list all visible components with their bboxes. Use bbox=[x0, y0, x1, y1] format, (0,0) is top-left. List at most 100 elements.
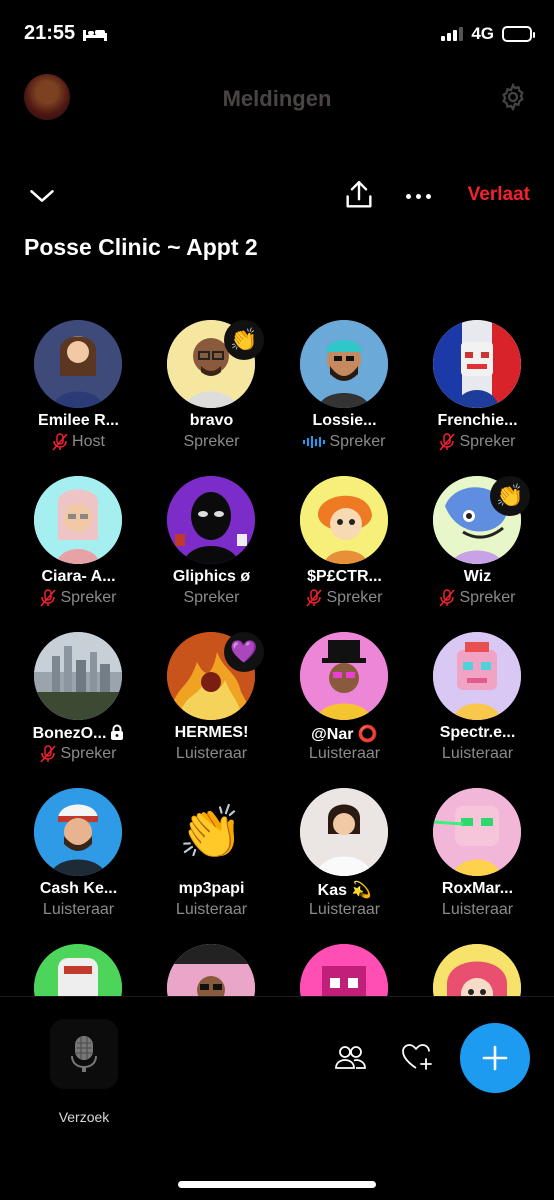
request-label: Verzoek bbox=[58, 1109, 110, 1125]
participant-role: Luisteraar bbox=[411, 901, 544, 919]
participant-name: bravo bbox=[145, 412, 278, 430]
participant[interactable]: 👏 mp3papi Luisteraar bbox=[145, 788, 278, 938]
participant-name: Kas 💫 bbox=[278, 880, 411, 900]
participant[interactable]: Ciara- A... Spreker bbox=[12, 476, 145, 626]
participant[interactable] bbox=[411, 944, 544, 996]
participant[interactable]: Kas 💫 Luisteraar bbox=[278, 788, 411, 938]
participant-role-text: Spreker bbox=[326, 589, 383, 606]
request-mic-button[interactable] bbox=[50, 1019, 118, 1089]
avatar[interactable] bbox=[300, 788, 388, 876]
avatar[interactable] bbox=[300, 632, 388, 720]
participant-name-text: bravo bbox=[189, 412, 234, 429]
share-icon[interactable] bbox=[342, 178, 376, 212]
participant[interactable]: 👏 bravo Spreker bbox=[145, 320, 278, 470]
avatar[interactable] bbox=[433, 944, 521, 996]
reaction-badge: 👏 bbox=[224, 320, 264, 360]
space-title: Posse Clinic ~ Appt 2 bbox=[24, 234, 258, 260]
participant-role-text: Spreker bbox=[183, 589, 240, 606]
participant-role-text: Host bbox=[72, 433, 105, 450]
avatar[interactable] bbox=[34, 632, 122, 720]
participant[interactable]: RoxMar... Luisteraar bbox=[411, 788, 544, 938]
participant-name: RoxMar... bbox=[411, 880, 544, 898]
people-icon[interactable] bbox=[334, 1043, 366, 1071]
participant-role-text: Luisteraar bbox=[42, 901, 115, 918]
participant-name: @Nar ⭕ bbox=[278, 724, 411, 744]
participant[interactable]: 💜 HERMES! Luisteraar bbox=[145, 632, 278, 782]
avatar[interactable] bbox=[433, 320, 521, 408]
avatar[interactable]: 👏 bbox=[167, 788, 255, 876]
participant-name-text: Gliphics ø bbox=[172, 568, 251, 585]
fab-button[interactable] bbox=[460, 1023, 530, 1093]
avatar[interactable] bbox=[300, 320, 388, 408]
participant[interactable]: Frenchie... Spreker bbox=[411, 320, 544, 470]
participant-role-text: Luisteraar bbox=[441, 745, 514, 762]
avatar[interactable] bbox=[34, 944, 122, 996]
microphone-icon bbox=[71, 1036, 97, 1072]
participant-name: $P£CTR... bbox=[278, 568, 411, 586]
participant-name: Ciara- A... bbox=[12, 568, 145, 586]
participant[interactable] bbox=[278, 944, 411, 996]
battery-icon bbox=[502, 26, 535, 42]
participant[interactable]: 👏 Wiz Spreker bbox=[411, 476, 544, 626]
participant-role: Spreker bbox=[12, 745, 145, 763]
participant-role-text: Luisteraar bbox=[308, 901, 381, 918]
gear-icon[interactable] bbox=[498, 82, 528, 112]
participant-role: Spreker bbox=[278, 433, 411, 451]
heart-plus-icon[interactable] bbox=[400, 1041, 434, 1073]
clock: 21:55 bbox=[24, 22, 76, 44]
participant[interactable]: Emilee R... Host bbox=[12, 320, 145, 470]
participant[interactable]: Gliphics ø Spreker bbox=[145, 476, 278, 626]
participant-role: Spreker bbox=[145, 433, 278, 451]
participant[interactable]: BonezO... Spreker bbox=[12, 632, 145, 782]
participant[interactable]: $P£CTR... Spreker bbox=[278, 476, 411, 626]
participant-name-text: @Nar ⭕ bbox=[311, 726, 378, 743]
signal-icon bbox=[441, 27, 464, 41]
participant-name: BonezO... bbox=[12, 724, 145, 743]
participant-role: Luisteraar bbox=[145, 745, 278, 763]
avatar[interactable] bbox=[34, 476, 122, 564]
participant-name-text: RoxMar... bbox=[441, 880, 514, 897]
home-indicator bbox=[178, 1181, 376, 1188]
participant-name-text: $P£CTR... bbox=[307, 568, 382, 585]
participant-name-text: HERMES! bbox=[174, 724, 249, 741]
bottom-bar: Verzoek bbox=[0, 996, 554, 1200]
more-icon[interactable] bbox=[402, 182, 434, 210]
mic-muted-icon bbox=[306, 589, 323, 607]
status-bar: 21:55 4G bbox=[0, 0, 554, 64]
participant-name-text: Kas 💫 bbox=[317, 882, 372, 899]
participant-name: Wiz bbox=[411, 568, 544, 586]
participant-name-text: Lossie... bbox=[312, 412, 377, 429]
participant[interactable]: Lossie... Spreker bbox=[278, 320, 411, 470]
avatar[interactable] bbox=[300, 476, 388, 564]
participant[interactable]: Cash Ke... Luisteraar bbox=[12, 788, 145, 938]
avatar[interactable] bbox=[167, 944, 255, 996]
avatar[interactable] bbox=[34, 320, 122, 408]
avatar[interactable] bbox=[167, 476, 255, 564]
participant-role: Spreker bbox=[145, 589, 278, 607]
participant-name-text: Ciara- A... bbox=[41, 568, 116, 585]
mic-muted-icon bbox=[439, 433, 456, 451]
svg-text:👏: 👏 bbox=[179, 802, 244, 863]
participant-role: Luisteraar bbox=[12, 901, 145, 919]
chevron-down-icon[interactable] bbox=[28, 182, 56, 210]
participant-role-text: Spreker bbox=[329, 433, 386, 450]
avatar[interactable] bbox=[34, 788, 122, 876]
participant-role: Spreker bbox=[12, 589, 145, 607]
participant[interactable] bbox=[12, 944, 145, 996]
reaction-badge: 👏 bbox=[490, 476, 530, 516]
avatar[interactable] bbox=[433, 788, 521, 876]
participant-name-text: mp3papi bbox=[178, 880, 245, 897]
participant-role-text: Luisteraar bbox=[175, 745, 248, 762]
participant-role-text: Luisteraar bbox=[441, 901, 514, 918]
participant[interactable] bbox=[145, 944, 278, 996]
mic-muted-icon bbox=[40, 589, 57, 607]
leave-button[interactable]: Verlaat bbox=[468, 184, 530, 206]
participant-name: Emilee R... bbox=[12, 412, 145, 430]
participant[interactable]: Spectr.e... Luisteraar bbox=[411, 632, 544, 782]
avatar[interactable] bbox=[300, 944, 388, 996]
participant-name: HERMES! bbox=[145, 724, 278, 742]
participant[interactable]: @Nar ⭕ Luisteraar bbox=[278, 632, 411, 782]
participant-name: Lossie... bbox=[278, 412, 411, 430]
avatar[interactable] bbox=[433, 632, 521, 720]
participant-name-text: Cash Ke... bbox=[39, 880, 118, 897]
